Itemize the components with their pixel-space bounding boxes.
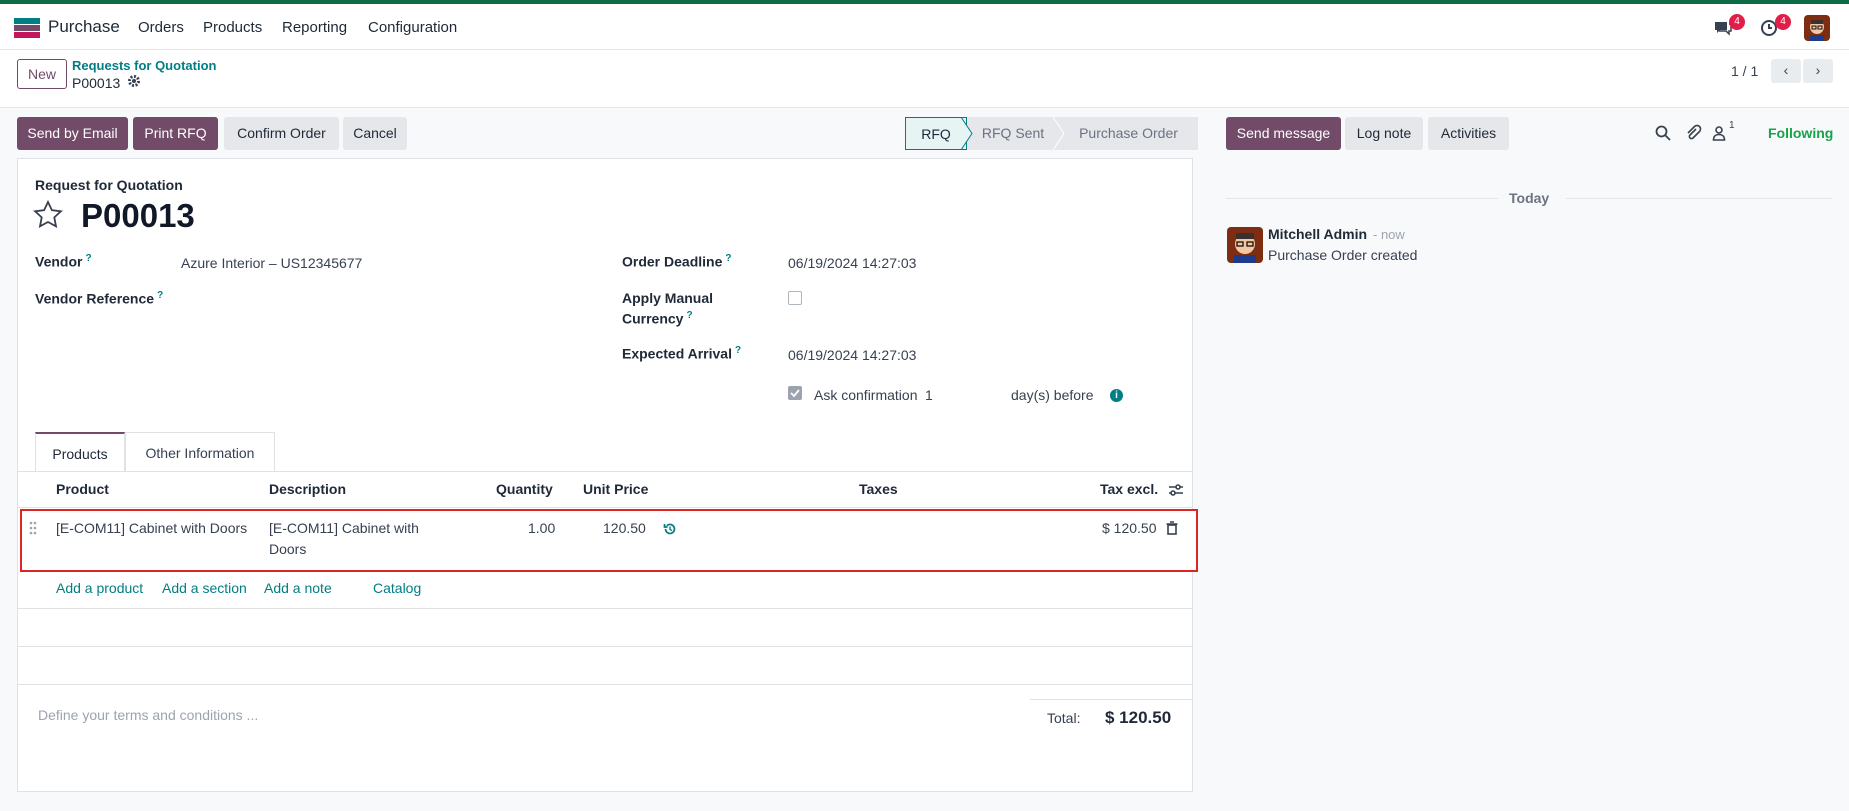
expected-arrival-field[interactable]: 06/19/2024 14:27:03 <box>788 347 916 363</box>
menu-products[interactable]: Products <box>203 19 262 36</box>
form-sheet: Request for Quotation P00013 Vendor? Azu… <box>17 158 1198 792</box>
message-body: Purchase Order created <box>1268 247 1418 263</box>
row-unit-price[interactable]: 120.50 <box>603 520 646 536</box>
days-before-label: day(s) before <box>1011 387 1094 403</box>
column-description[interactable]: Description <box>269 481 346 497</box>
info-icon[interactable]: i <box>1110 389 1123 402</box>
apply-manual-currency-checkbox[interactable] <box>788 291 802 305</box>
followers-icon[interactable]: 1 <box>1712 120 1742 142</box>
app-name[interactable]: Purchase <box>48 17 120 37</box>
today-separator: Today <box>1509 190 1550 206</box>
confirm-order-button[interactable]: Confirm Order <box>224 117 339 150</box>
form-title-label: Request for Quotation <box>35 177 183 193</box>
stage-arrow <box>1053 117 1065 150</box>
ask-confirmation-checkbox[interactable] <box>788 386 802 400</box>
gear-icon[interactable] <box>127 74 141 88</box>
row-divider <box>18 608 1192 609</box>
add-note-link[interactable]: Add a note <box>264 580 332 596</box>
row-description-line1[interactable]: [E-COM11] Cabinet with <box>269 520 419 536</box>
star-icon[interactable] <box>32 199 64 231</box>
ask-confirmation-label: Ask confirmation <box>814 387 918 403</box>
following-button[interactable]: Following <box>1768 125 1833 141</box>
total-divider <box>1030 699 1192 700</box>
messages-icon[interactable]: 4 <box>1713 14 1745 40</box>
new-button[interactable]: New <box>17 59 67 89</box>
stage-arrow <box>961 117 973 150</box>
pager-value[interactable]: 1 / 1 <box>1731 63 1758 79</box>
add-product-link[interactable]: Add a product <box>56 580 143 596</box>
send-by-email-button[interactable]: Send by Email <box>17 117 128 150</box>
tab-products[interactable]: Products <box>35 432 125 472</box>
expected-arrival-label: Expected Arrival? <box>622 345 742 362</box>
page-title: P00013 <box>81 197 195 234</box>
user-avatar[interactable] <box>1804 15 1830 41</box>
breadcrumb-rfq-link[interactable]: Requests for Quotation <box>72 58 216 73</box>
stage-purchase-order[interactable]: Purchase Order <box>1059 117 1198 150</box>
header-divider <box>18 507 1192 508</box>
vendor-reference-field[interactable] <box>181 290 571 310</box>
cancel-button[interactable]: Cancel <box>343 117 407 150</box>
vendor-field[interactable]: Azure Interior – US12345677 <box>181 255 362 271</box>
main-navbar: Purchase Orders Products Reporting Confi… <box>0 4 1849 50</box>
row-quantity[interactable]: 1.00 <box>528 520 555 536</box>
vendor-label: Vendor? <box>35 253 92 270</box>
vendor-reference-label: Vendor Reference? <box>35 290 164 307</box>
catalog-link[interactable]: Catalog <box>373 580 421 596</box>
stage-rfq-sent[interactable]: RFQ Sent <box>967 117 1059 150</box>
delete-icon[interactable] <box>1166 521 1178 535</box>
column-quantity[interactable]: Quantity <box>496 481 553 497</box>
order-deadline-label: Order Deadline? <box>622 253 732 270</box>
log-note-button[interactable]: Log note <box>1345 117 1423 150</box>
menu-orders[interactable]: Orders <box>138 19 184 36</box>
activities-badge: 4 <box>1775 14 1791 30</box>
today-divider-right <box>1566 198 1832 199</box>
total-label: Total: <box>1047 710 1081 726</box>
row-description-line2[interactable]: Doors <box>269 541 306 557</box>
pager-previous-button[interactable]: ‹ <box>1771 59 1801 83</box>
history-icon[interactable] <box>663 522 677 536</box>
message-time: - now <box>1373 227 1405 242</box>
paperclip-icon[interactable] <box>1684 124 1702 142</box>
terms-conditions-field[interactable]: Define your terms and conditions ... <box>38 707 258 723</box>
column-unit-price[interactable]: Unit Price <box>583 481 648 497</box>
row-divider <box>18 684 1192 685</box>
control-panel: New Requests for Quotation P00013 1 / 1 … <box>0 50 1849 108</box>
tab-other-information[interactable]: Other Information <box>125 432 275 472</box>
column-product[interactable]: Product <box>56 481 109 497</box>
column-settings-icon[interactable] <box>1168 482 1184 498</box>
send-message-button[interactable]: Send message <box>1226 117 1341 150</box>
drag-handle-icon[interactable] <box>28 521 38 535</box>
ask-confirmation-days-input[interactable]: 1 <box>925 387 1005 403</box>
pager-next-button[interactable]: › <box>1803 59 1833 83</box>
row-subtotal: $ 120.50 <box>1102 520 1157 536</box>
table-row[interactable] <box>20 509 1198 572</box>
search-icon[interactable] <box>1654 124 1672 142</box>
row-divider <box>18 646 1192 647</box>
column-taxes[interactable]: Taxes <box>859 481 898 497</box>
message-author[interactable]: Mitchell Admin <box>1268 226 1367 242</box>
message-author-avatar[interactable] <box>1227 227 1263 263</box>
breadcrumb-record: P00013 <box>72 75 121 91</box>
stage-rfq[interactable]: RFQ <box>905 117 967 150</box>
total-value: $ 120.50 <box>1105 708 1172 727</box>
activities-clock-icon[interactable]: 4 <box>1759 14 1791 40</box>
followers-count: 1 <box>1729 120 1735 131</box>
tabs-divider <box>18 471 1192 472</box>
purchase-app-icon[interactable] <box>14 18 40 38</box>
manual-currency-label-line1: Apply Manual <box>622 290 714 306</box>
menu-configuration[interactable]: Configuration <box>368 19 457 36</box>
manual-currency-label-line2: Currency? <box>622 310 693 327</box>
order-deadline-field[interactable]: 06/19/2024 14:27:03 <box>788 255 916 271</box>
add-section-link[interactable]: Add a section <box>162 580 247 596</box>
messages-badge: 4 <box>1729 14 1745 30</box>
row-product[interactable]: [E-COM11] Cabinet with Doors <box>56 520 247 536</box>
activities-button[interactable]: Activities <box>1428 117 1509 150</box>
column-tax-excl[interactable]: Tax excl. <box>1100 481 1158 497</box>
menu-reporting[interactable]: Reporting <box>282 19 347 36</box>
today-divider-left <box>1226 198 1498 199</box>
print-rfq-button[interactable]: Print RFQ <box>133 117 218 150</box>
